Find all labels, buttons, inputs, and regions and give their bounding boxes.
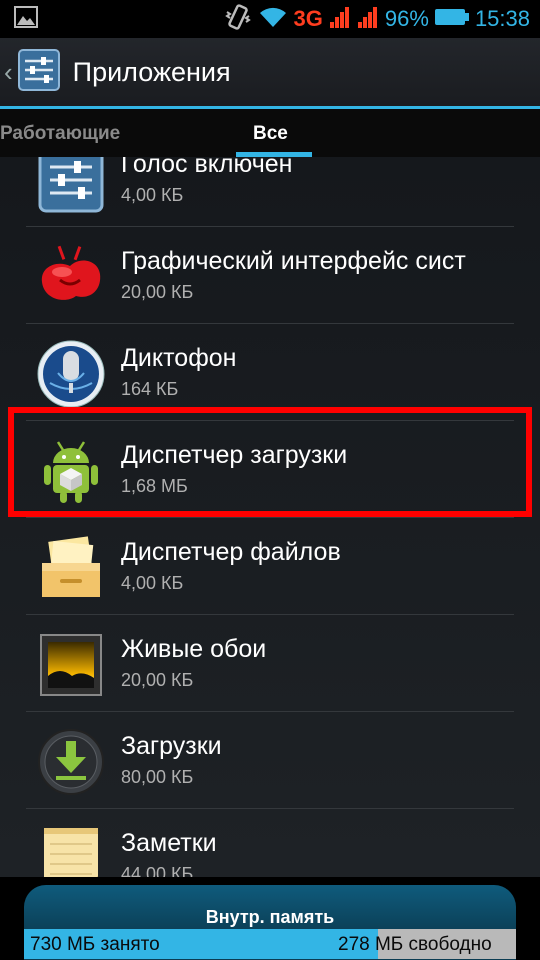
tab-bar: Работающие Все [0,109,540,158]
app-name: Диктофон [121,344,237,372]
app-name: Загрузки [121,732,222,760]
wallpaper-icon [36,630,106,700]
list-item[interactable]: Голос включен 4,00 КБ [0,157,540,227]
android-icon [36,436,106,506]
network-type-label: 3G [293,6,323,31]
action-bar: ‹ Приложения [0,38,540,106]
picture-icon [14,5,38,33]
folder-icon [36,533,106,603]
storage-label: Внутр. память [205,907,335,927]
vibrate-icon [224,3,252,35]
app-name: Голос включен [121,157,293,178]
settings-sliders-icon [36,157,106,215]
page-title: Приложения [72,56,231,87]
clock: 15:38 [474,6,530,31]
battery-percent: 96% [384,6,429,31]
app-size: 1,68 МБ [121,476,188,496]
app-list[interactable]: Голос включен 4,00 КБ Графический интерф… [0,157,540,877]
app-size: 4,00 КБ [121,573,184,593]
app-size: 20,00 КБ [121,282,194,302]
wifi-icon [258,5,288,34]
status-bar: 3G 96% 15:38 [0,0,540,38]
storage-used-text: 730 МБ занято [30,934,160,955]
app-name: Диспетчер загрузки [121,441,348,469]
app-size: 20,00 КБ [121,670,194,690]
back-caret-icon[interactable]: ‹ [4,57,13,88]
storage-free-text: 278 МБ свободно [338,934,492,955]
list-item-download-manager[interactable]: Диспетчер загрузки 1,68 МБ [0,421,540,518]
list-item[interactable]: Графический интерфейс сист 20,00 КБ [0,227,540,324]
tab-running[interactable]: Работающие [0,123,120,145]
settings-sliders-icon[interactable] [17,48,61,97]
list-item[interactable]: Диспетчер файлов 4,00 КБ [0,518,540,615]
signal-icon [329,5,351,34]
list-item[interactable]: Живые обои 20,00 КБ [0,615,540,712]
app-size: 80,00 КБ [121,767,194,787]
list-item[interactable]: Загрузки 80,00 КБ [0,712,540,809]
tab-all[interactable]: Все [253,123,288,145]
list-item[interactable]: Заметки 44,00 КБ [0,809,540,877]
app-size: 44,00 КБ [121,864,194,877]
app-name: Диспетчер файлов [121,538,341,566]
notepad-icon [36,824,106,877]
microphone-icon [36,339,106,409]
list-item[interactable]: Диктофон 164 КБ [0,324,540,421]
app-name: Графический интерфейс сист [121,247,466,275]
download-icon [36,727,106,797]
app-name: Заметки [121,829,217,857]
app-size: 164 КБ [121,379,179,399]
app-name: Живые обои [121,635,267,663]
jellybean-icon [36,242,106,312]
storage-panel: Внутр. память 730 МБ занято 278 МБ свобо… [0,877,540,960]
app-size: 4,00 КБ [121,185,184,205]
signal-icon [357,5,379,34]
battery-icon [434,8,469,31]
